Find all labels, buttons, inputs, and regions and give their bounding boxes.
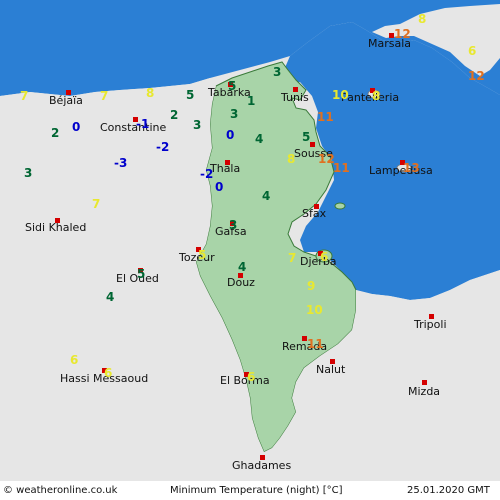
temp-constantine: -1 (136, 117, 150, 131)
temp-marsala: 12 (394, 27, 411, 41)
temp-constantine-e: 2 (170, 108, 179, 122)
temp-ne-sicily: 8 (418, 12, 427, 26)
temp-e-sicily: 6 (468, 44, 477, 58)
temp-gafsa: 3 (229, 218, 238, 232)
temp-kasserine: 0 (215, 180, 224, 194)
city-label-bejaia: Béjaïa (49, 94, 83, 107)
map-base (0, 0, 500, 482)
temp-tabarka: 5 (228, 79, 237, 93)
temp-setif-e: 0 (72, 120, 81, 134)
kerkennah-island (334, 202, 346, 210)
temp-pantelleria: 8 (372, 89, 381, 103)
city-label-sidi-khaled: Sidi Khaled (25, 221, 87, 234)
temp-tozeur: 5 (198, 248, 207, 262)
temp-souk-ahras: 3 (193, 118, 202, 132)
city-label-lampedusa: Lampedusa (369, 164, 433, 177)
temp-tabarka-w: 5 (186, 88, 195, 102)
temp-sousse-w: 8 (287, 152, 296, 166)
temp-lampedusa: 13 (403, 161, 420, 175)
temp-el-borma: 6 (247, 370, 256, 384)
temp-tataouine: 10 (306, 303, 323, 317)
city-label-tripoli: Tripoli (414, 318, 447, 331)
temp-hammamet: 11 (317, 110, 334, 124)
temp-tunis-e: 10 (332, 88, 349, 102)
city-label-douz: Douz (227, 276, 255, 289)
city-label-nalut: Nalut (316, 363, 346, 376)
temp-tunis-w: 1 (247, 94, 256, 108)
city-label-thala: Thala (210, 162, 241, 175)
temp-sidi-khaled: 7 (92, 197, 101, 211)
temp-mahdia: 11 (333, 161, 350, 175)
temp-beja: 3 (230, 107, 239, 121)
temp-sidi-bouzid: 4 (262, 189, 271, 203)
temp-djerba: 6 (320, 250, 329, 264)
temp-far-east: 12 (468, 69, 485, 83)
temp-el-oued: 5 (137, 267, 146, 281)
map-date: 25.01.2020 GMT (407, 485, 490, 496)
temp-algeria-n: 8 (146, 86, 155, 100)
city-label-tunis: Tunis (281, 91, 309, 104)
city-label-tozeur: Tozeur (179, 251, 215, 264)
temp-remada: 11 (307, 337, 324, 351)
weather-map: Marsala Béjaïa Tabarka Tunis Pantelleria… (0, 0, 500, 500)
temp-kairouan-n: 4 (255, 132, 264, 146)
temp-khenchela: -3 (114, 156, 128, 170)
temp-medenine: 9 (307, 279, 316, 293)
temp-el-oued-s: 4 (106, 290, 115, 304)
temp-biskra-n: 3 (24, 166, 33, 180)
city-label-pantelleria: Pantelleria (341, 91, 400, 104)
source-credit: © weatheronline.co.uk (3, 485, 118, 496)
temp-bejaia-e: 7 (100, 89, 109, 103)
temp-w-coast: 7 (20, 89, 29, 103)
city-label-mizda: Mizda (408, 385, 441, 398)
temp-setif: 2 (51, 126, 60, 140)
temp-bizerte: 3 (273, 65, 282, 79)
temp-kairouan: 5 (302, 130, 311, 144)
temp-siliana: 0 (226, 128, 235, 142)
temp-batna: -2 (156, 140, 170, 154)
city-label-djerba: Djerba (300, 255, 337, 268)
city-label-ghadames: Ghadames (232, 459, 292, 472)
city-label-sfax: Sfax (302, 207, 327, 220)
city-label-el-borma: El Borma (220, 374, 270, 387)
temp-gabes: 7 (288, 251, 297, 265)
map-title: Minimum Temperature (night) [°C] (170, 485, 343, 496)
city-label-constantine: Constantine (100, 121, 167, 134)
temp-hassi-messaoud: 6 (104, 366, 113, 380)
temp-kebili: 4 (238, 260, 247, 274)
temp-ouargla: 6 (70, 353, 79, 367)
temp-thala: -2 (200, 167, 214, 181)
map-footer: © weatheronline.co.uk Minimum Temperatur… (0, 481, 500, 500)
